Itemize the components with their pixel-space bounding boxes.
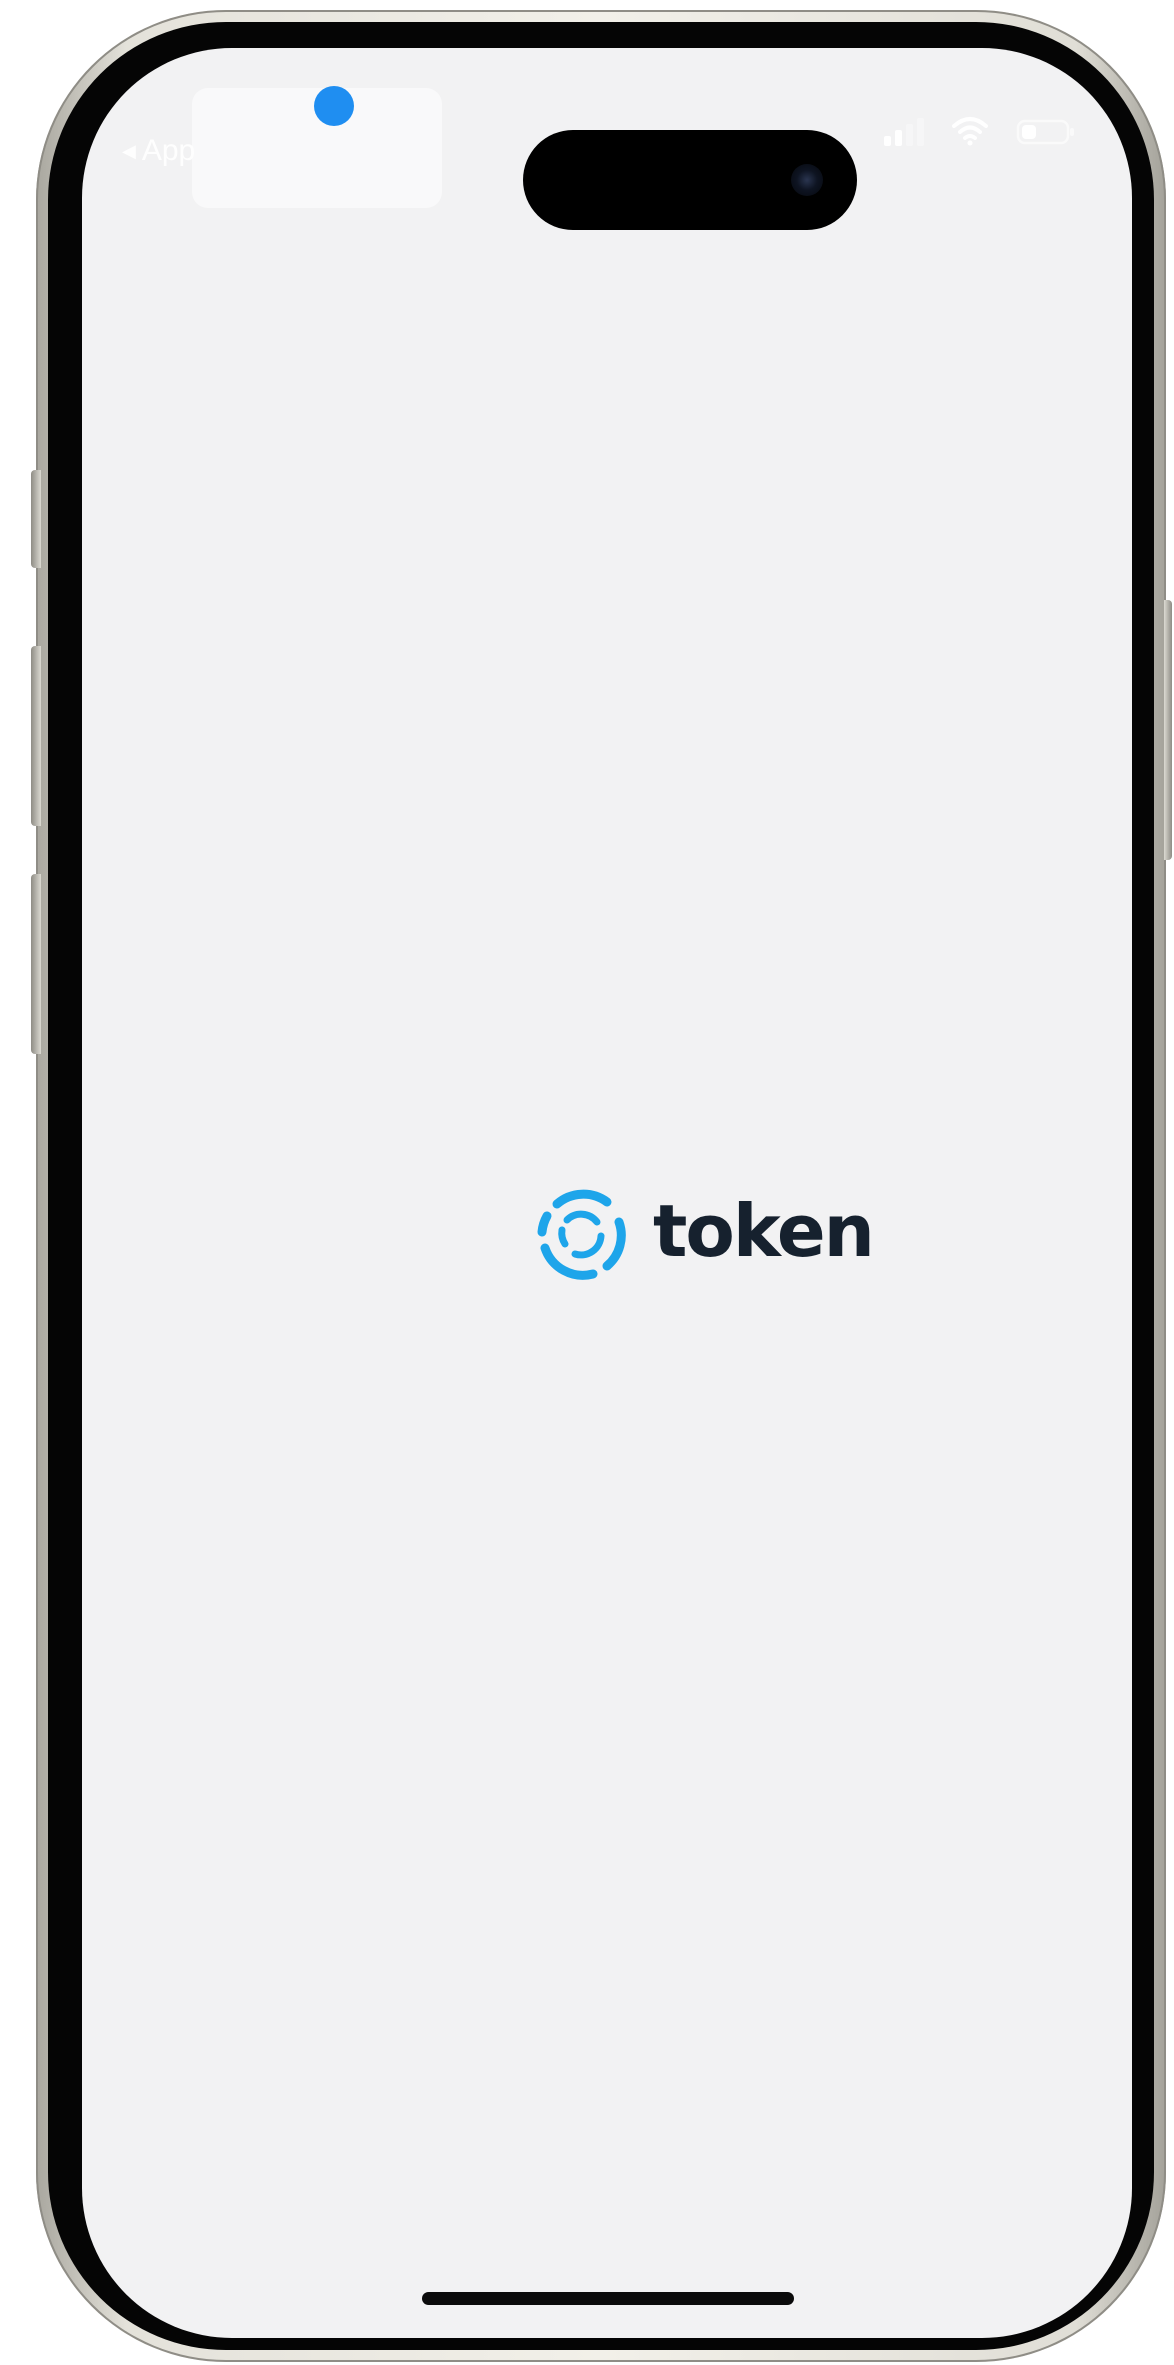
brand-name: token <box>653 1189 875 1273</box>
splash-screen: ◀ App token <box>82 48 1132 2338</box>
dynamic-island <box>523 130 857 230</box>
wifi-icon <box>950 116 990 146</box>
volume-up-button <box>31 646 41 826</box>
device-mockup: ◀ App token <box>0 0 1174 2365</box>
power-button <box>1164 600 1172 860</box>
status-indicators <box>884 116 1076 146</box>
token-logo-icon <box>535 1188 627 1280</box>
cellular-signal-icon <box>884 116 924 146</box>
back-to-app-link[interactable]: ◀ App <box>122 134 195 168</box>
front-camera <box>791 164 823 196</box>
back-arrow-icon: ◀ <box>122 140 136 161</box>
battery-icon <box>1016 116 1076 146</box>
home-indicator[interactable] <box>422 2292 794 2305</box>
volume-down-button <box>31 874 41 1054</box>
brand-logo: token <box>535 1188 875 1280</box>
notification-dot <box>314 86 354 126</box>
action-button <box>31 470 41 568</box>
back-to-app-label: App <box>141 134 196 167</box>
